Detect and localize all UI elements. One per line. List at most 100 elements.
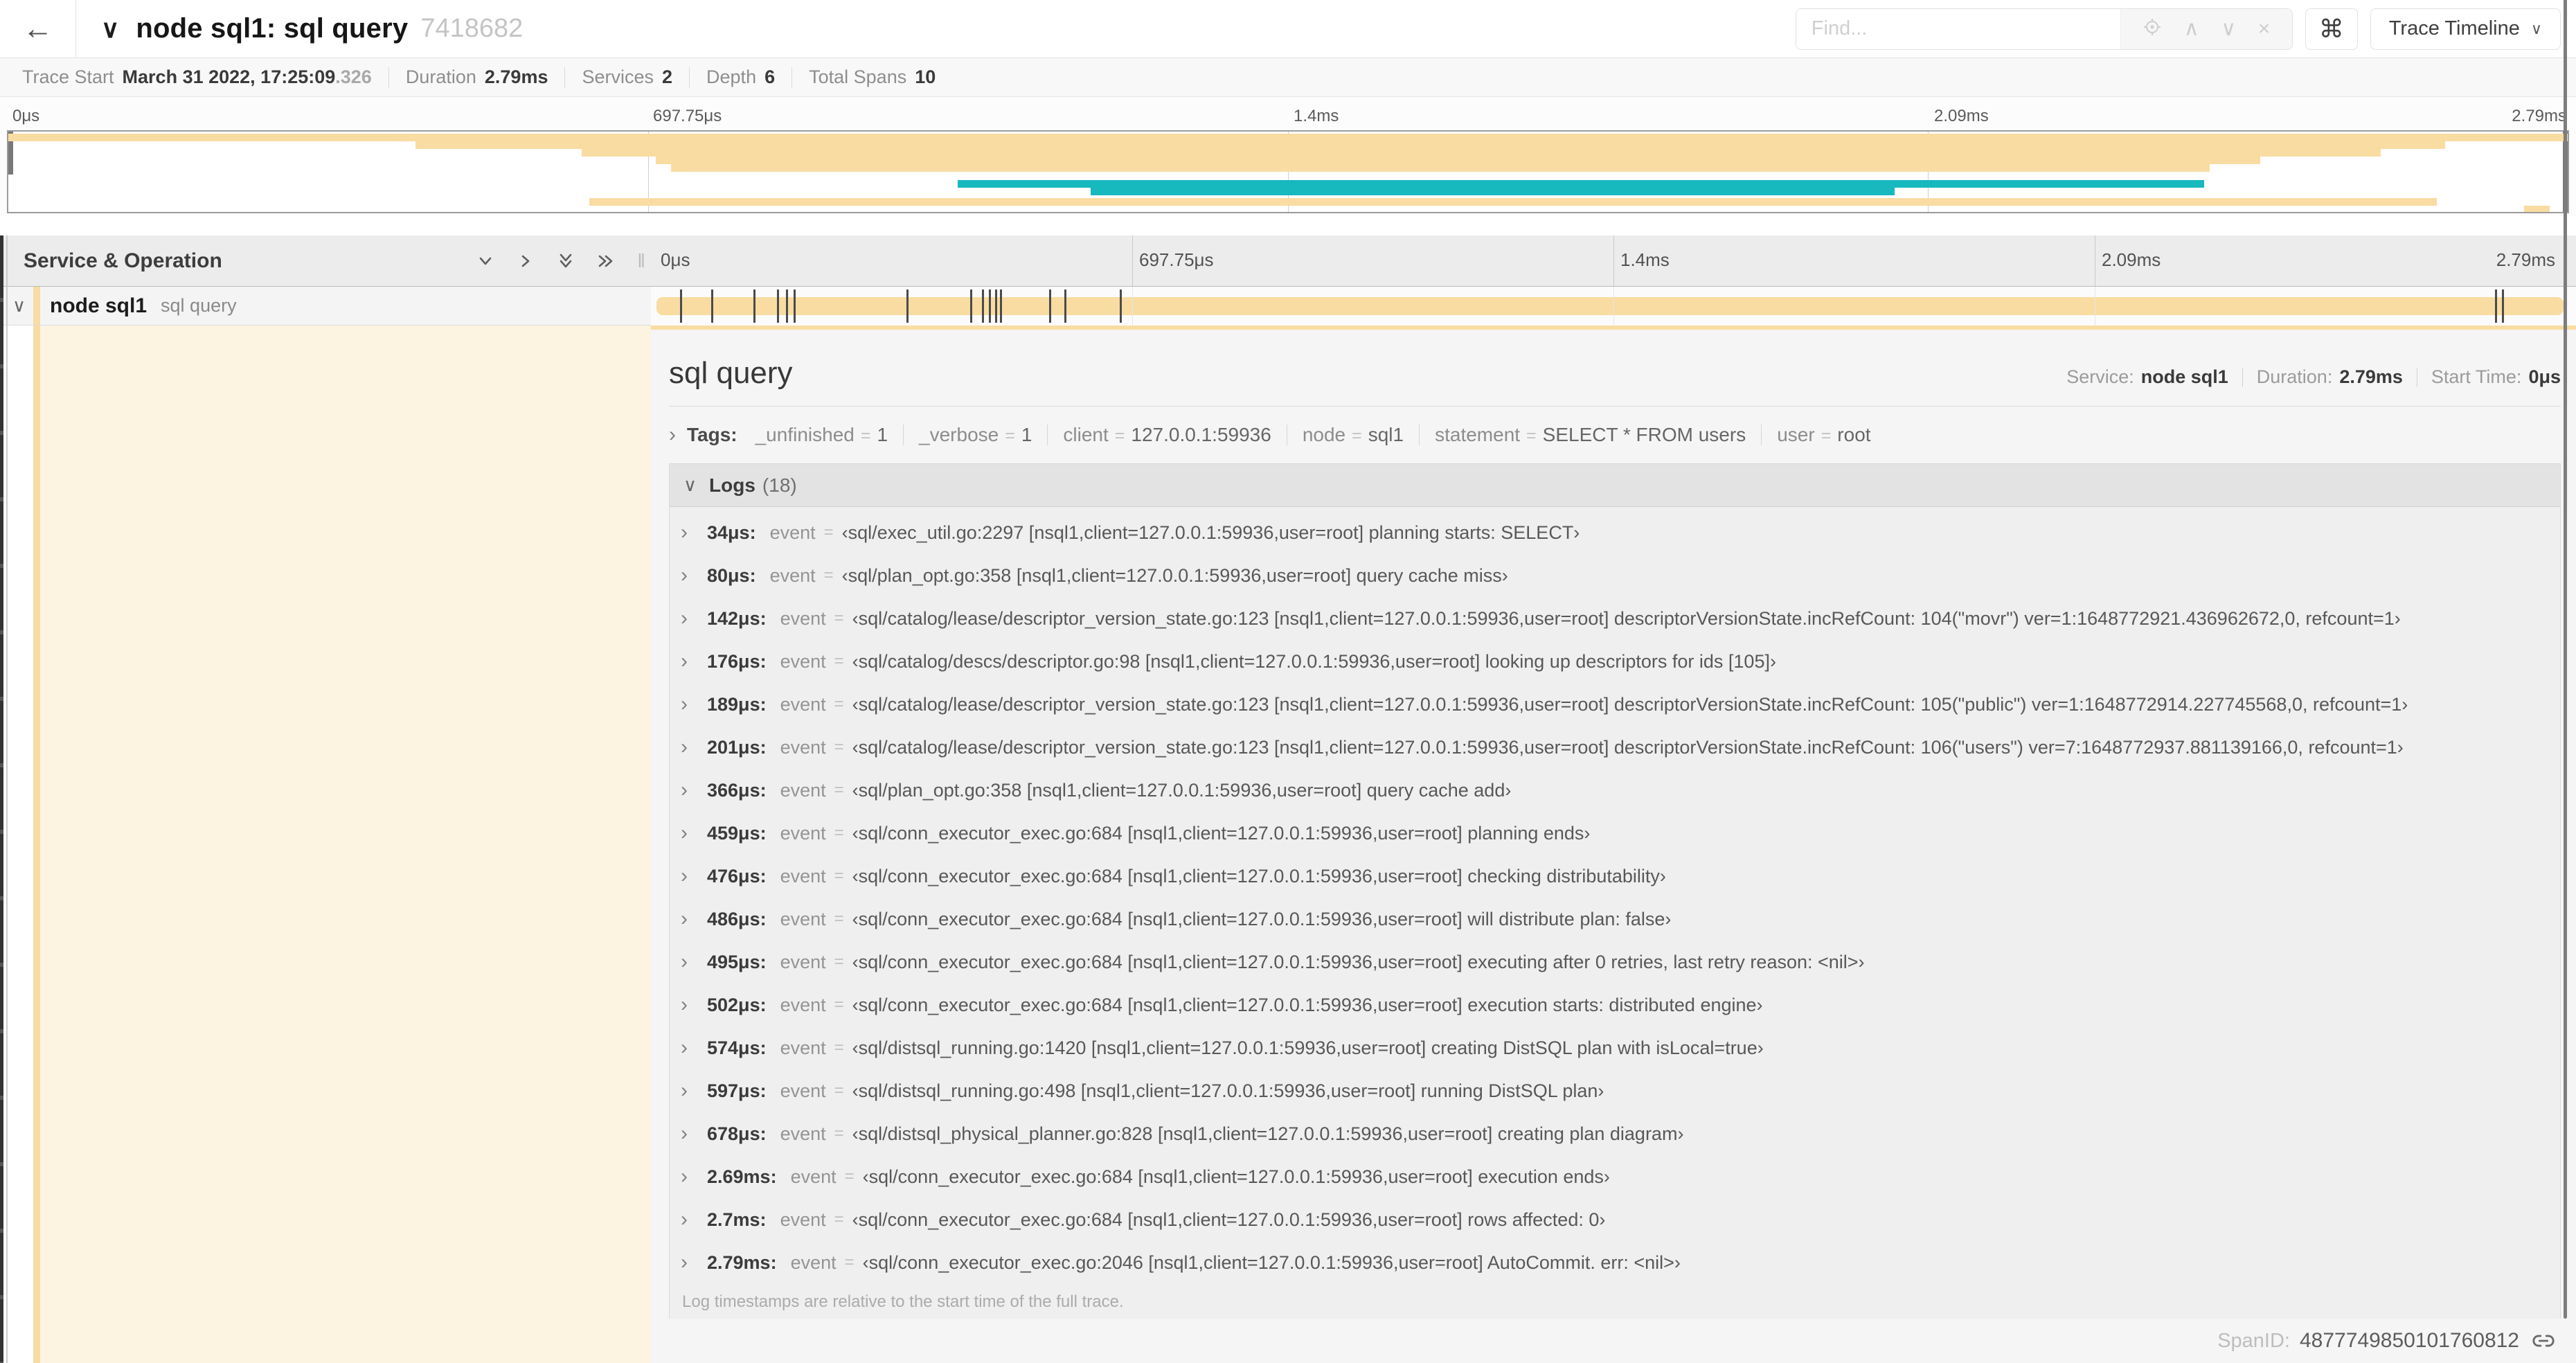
- log-equals: =: [834, 995, 844, 1014]
- log-row[interactable]: › 80μs: event = ‹sql/plan_opt.go:358 [nsql1,…: [670, 554, 2560, 597]
- log-row[interactable]: › 678μs: event = ‹sql/distsql_physical_plann…: [670, 1112, 2560, 1155]
- find-prev-icon[interactable]: ∧: [2184, 18, 2199, 39]
- timeline-minimap: 0μs 697.75μs 1.4ms 2.09ms 2.79ms: [0, 97, 2576, 216]
- log-event-key: event: [769, 564, 816, 586]
- log-equals: =: [834, 781, 844, 799]
- log-marker-layer: [656, 289, 2564, 323]
- find-input[interactable]: [1796, 8, 2120, 49]
- service-operation-title: Service & Operation: [24, 249, 222, 272]
- span-row-timeline-cell[interactable]: [651, 287, 2576, 326]
- log-event-value: ‹sql/distsql_running.go:498 [nsql1,clien…: [852, 1080, 1604, 1101]
- minimap-span-bar: [958, 180, 2205, 188]
- log-row-chevron-icon: ›: [681, 521, 688, 544]
- back-button[interactable]: ←: [0, 0, 76, 58]
- log-tick-marker: [1048, 289, 1051, 323]
- log-row[interactable]: › 2.69ms: event = ‹sql/conn_executor_exec.go…: [670, 1155, 2560, 1198]
- info-value-dim: .326: [335, 66, 372, 87]
- log-row[interactable]: › 486μs: event = ‹sql/conn_executor_exec.go:…: [670, 898, 2560, 941]
- expand-one-icon[interactable]: [515, 251, 536, 271]
- clear-find-icon[interactable]: ×: [2258, 18, 2271, 39]
- log-event-key: event: [780, 1209, 826, 1230]
- collapse-one-icon[interactable]: [475, 251, 496, 271]
- log-timestamp: 201μs:: [707, 736, 767, 758]
- log-row[interactable]: › 366μs: event = ‹sql/plan_opt.go:358 [nsql1…: [670, 769, 2560, 812]
- tag-item: _unfinished = 1: [755, 424, 888, 446]
- log-row[interactable]: › 142μs: event = ‹sql/catalog/lease/descript…: [670, 597, 2560, 640]
- log-row-chevron-icon: ›: [681, 650, 688, 672]
- expand-all-icon[interactable]: [596, 251, 616, 271]
- deep-link-icon[interactable]: [2532, 1329, 2555, 1353]
- detail-divider: [669, 406, 2561, 407]
- tags-chevron-icon[interactable]: ›: [669, 423, 676, 447]
- log-row[interactable]: › 2.79ms: event = ‹sql/conn_executor_exec.go…: [670, 1241, 2560, 1284]
- log-timestamp: 502μs:: [707, 994, 767, 1015]
- log-event-value: ‹sql/plan_opt.go:358 [nsql1,client=127.0…: [841, 564, 1508, 586]
- trace-timeline-main: Service & Operation ‖ ∨ node sql1 sql qu…: [0, 0, 2576, 1363]
- log-row[interactable]: › 459μs: event = ‹sql/conn_executor_exec.go:…: [670, 812, 2560, 855]
- log-event-value: ‹sql/conn_executor_exec.go:684 [nsql1,cl…: [852, 908, 1672, 929]
- log-equals: =: [823, 523, 834, 542]
- log-event-key: event: [780, 607, 826, 629]
- log-event-value: ‹sql/conn_executor_exec.go:2046 [nsql1,c…: [862, 1251, 1681, 1273]
- detail-color-stripe: [33, 326, 40, 1363]
- tag-value: SELECT * FROM users: [1542, 424, 1746, 445]
- view-type-dropdown[interactable]: Trace Timeline ∨: [2370, 8, 2561, 50]
- spanid-label: SpanID:: [2217, 1329, 2290, 1352]
- timeline-gridline: [1613, 235, 1614, 286]
- collapse-trace-header-icon[interactable]: ∨: [101, 15, 119, 44]
- log-row[interactable]: › 495μs: event = ‹sql/conn_executor_exec.go:…: [670, 941, 2560, 983]
- log-row[interactable]: › 34μs: event = ‹sql/exec_util.go:2297 [nsql…: [670, 511, 2560, 554]
- command-key-icon: ⌘: [2318, 14, 2344, 43]
- info-value: 6: [764, 66, 776, 87]
- header-controls: ∧ ∨ × ⌘ Trace Timeline ∨: [1795, 8, 2561, 50]
- log-event-value: ‹sql/catalog/lease/descriptor_version_st…: [852, 607, 2401, 629]
- log-equals: =: [834, 1038, 844, 1057]
- log-event-key: event: [780, 822, 826, 844]
- span-operation-name: sql query: [161, 295, 237, 316]
- log-row[interactable]: › 502μs: event = ‹sql/conn_executor_exec.go:…: [670, 983, 2560, 1026]
- log-event-value: ‹sql/conn_executor_exec.go:684 [nsql1,cl…: [852, 822, 1591, 844]
- locate-span-icon[interactable]: [2143, 17, 2162, 41]
- keyboard-shortcuts-button[interactable]: ⌘: [2305, 8, 2358, 50]
- minimap-canvas[interactable]: [7, 130, 2569, 213]
- find-group: ∧ ∨ ×: [1795, 8, 2293, 50]
- left-scrollbar[interactable]: [0, 235, 3, 1363]
- column-resizer-grip[interactable]: ‖: [637, 250, 645, 272]
- find-next-icon[interactable]: ∨: [2221, 18, 2236, 39]
- service-operation-header: Service & Operation ‖: [0, 235, 651, 287]
- trace-title-group: ∨ node sql1: sql query 7418682: [101, 13, 523, 44]
- log-row-chevron-icon: ›: [681, 907, 688, 930]
- tag-value: 127.0.0.1:59936: [1131, 424, 1271, 445]
- log-row[interactable]: › 476μs: event = ‹sql/conn_executor_exec.go:…: [670, 855, 2560, 898]
- right-scrollbar[interactable]: [2564, 0, 2567, 1319]
- log-row[interactable]: › 201μs: event = ‹sql/catalog/lease/descript…: [670, 726, 2560, 769]
- tag-item: _verbose = 1: [919, 424, 1032, 446]
- log-row[interactable]: › 574μs: event = ‹sql/distsql_running.go:142…: [670, 1026, 2560, 1069]
- minimap-tick-label: 0μs: [12, 107, 40, 125]
- collapse-all-icon[interactable]: [555, 251, 576, 271]
- tag-separator: [903, 425, 904, 445]
- log-tick-marker: [1120, 289, 1122, 323]
- span-row-name-cell[interactable]: ∨ node sql1 sql query: [0, 287, 651, 326]
- log-timestamp: 2.69ms:: [707, 1166, 777, 1187]
- span-children-chevron-icon[interactable]: ∨: [12, 295, 26, 317]
- tag-equals: =: [1114, 426, 1125, 445]
- tag-separator: [1419, 425, 1420, 445]
- info-separator: [689, 66, 690, 88]
- log-row-chevron-icon: ›: [681, 1165, 688, 1188]
- ruler-tick-label: 697.75μs: [1139, 249, 1214, 270]
- service-operation-column: Service & Operation ‖ ∨ node sql1 sql qu…: [0, 235, 651, 1363]
- logs-footnote: Log timestamps are relative to the start…: [682, 1292, 1124, 1311]
- log-row[interactable]: › 176μs: event = ‹sql/catalog/descs/descript…: [670, 640, 2560, 683]
- log-row[interactable]: › 597μs: event = ‹sql/distsql_running.go:498…: [670, 1069, 2560, 1112]
- log-equals: =: [834, 823, 844, 842]
- log-event-key: event: [780, 994, 826, 1015]
- meta-separator: [2242, 367, 2243, 387]
- log-equals: =: [834, 866, 844, 885]
- tags-row[interactable]: › Tags: _unfinished = 1 _verbose = 1 client = 127.…: [669, 423, 2561, 447]
- chevron-down-icon: ∨: [2530, 19, 2542, 37]
- log-row[interactable]: › 2.7ms: event = ‹sql/conn_executor_exec.go:…: [670, 1198, 2560, 1241]
- log-row[interactable]: › 189μs: event = ‹sql/catalog/lease/descript…: [670, 683, 2560, 726]
- logs-accordion-header[interactable]: ∨ Logs (18): [670, 464, 2560, 507]
- logs-title: Logs: [709, 474, 755, 496]
